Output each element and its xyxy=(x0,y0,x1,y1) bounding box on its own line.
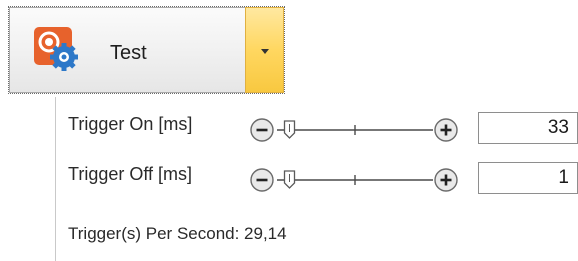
slider-thumb[interactable] xyxy=(283,120,296,139)
trigger-on-input[interactable]: 33 xyxy=(478,112,578,144)
test-button-label: Test xyxy=(110,42,147,64)
slider-minus-button[interactable] xyxy=(250,118,274,142)
trigger-on-label: Trigger On [ms] xyxy=(68,114,193,134)
test-split-button: Test xyxy=(8,6,285,94)
trigger-off-label: Trigger Off [ms] xyxy=(68,164,193,184)
chevron-down-icon xyxy=(260,49,269,54)
trigger-settings-panel: Trigger On [ms] 33 Trigger Off [ms] 1 Tr… xyxy=(55,97,578,261)
test-button[interactable]: Test xyxy=(9,7,245,93)
slider-thumb[interactable] xyxy=(283,170,296,189)
test-dropdown-button[interactable] xyxy=(245,7,284,93)
slider-plus-button[interactable] xyxy=(434,168,458,192)
triggers-per-second-status: Trigger(s) Per Second: 29,14 xyxy=(68,224,287,243)
slider-minus-button[interactable] xyxy=(250,168,274,192)
trigger-off-slider[interactable] xyxy=(249,167,459,193)
gear-wrench-app-icon xyxy=(34,27,78,71)
trigger-off-input[interactable]: 1 xyxy=(478,162,578,194)
slider-plus-button[interactable] xyxy=(434,118,458,142)
trigger-on-slider[interactable] xyxy=(249,117,459,143)
test-app-window: Test Trigger On [ms] 33 Trigger Off [ms]… xyxy=(0,0,578,261)
